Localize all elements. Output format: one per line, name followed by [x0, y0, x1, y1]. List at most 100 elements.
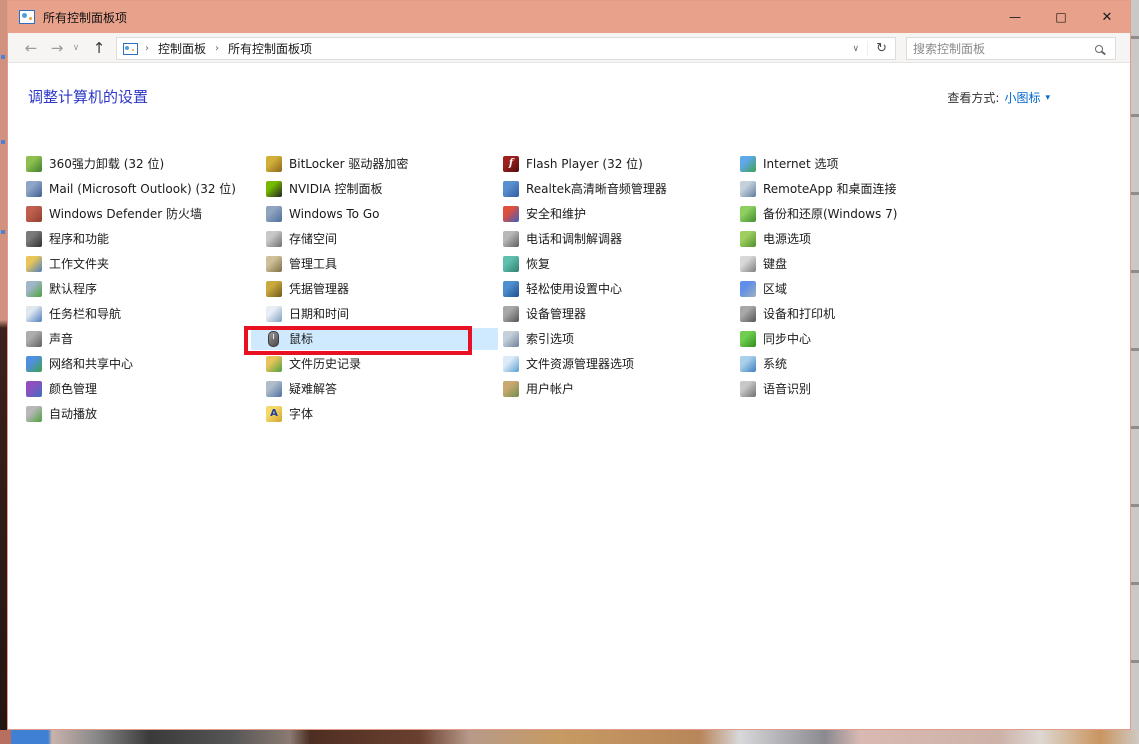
programs-and-features-icon: [26, 231, 42, 247]
item-fonts[interactable]: A 字体: [266, 401, 503, 426]
item-mail-outlook[interactable]: Mail (Microsoft Outlook) (32 位): [26, 176, 263, 201]
item-remoteapp-desktop-connections[interactable]: RemoteApp 和桌面连接: [740, 176, 977, 201]
item-label: NVIDIA 控制面板: [289, 180, 383, 197]
item-administrative-tools[interactable]: 管理工具: [266, 251, 503, 276]
desktop-icon-fragment: [1, 55, 5, 59]
item-security-maintenance[interactable]: 安全和维护: [503, 201, 740, 226]
item-label: Realtek高清晰音频管理器: [526, 180, 667, 197]
nvidia-control-panel-icon: [266, 181, 282, 197]
item-label: 日期和时间: [289, 305, 349, 322]
item-label: 安全和维护: [526, 205, 586, 222]
item-keyboard[interactable]: 键盘: [740, 251, 977, 276]
backup-and-restore-icon: [740, 206, 756, 222]
item-user-accounts[interactable]: 用户帐户: [503, 376, 740, 401]
recovery-icon: [503, 256, 519, 272]
devices-and-printers-icon: [740, 306, 756, 322]
item-device-manager[interactable]: 设备管理器: [503, 301, 740, 326]
default-programs-icon: [26, 281, 42, 297]
troubleshooting-icon: [266, 381, 282, 397]
speech-recognition-icon: [740, 381, 756, 397]
remoteapp-desktop-connections-icon: [740, 181, 756, 197]
item-label: 管理工具: [289, 255, 337, 272]
item-label: 程序和功能: [49, 230, 109, 247]
item-region[interactable]: 区域: [740, 276, 977, 301]
mail-outlook-icon: [26, 181, 42, 197]
item-credential-manager[interactable]: 凭据管理器: [266, 276, 503, 301]
item-label: 键盘: [763, 255, 787, 272]
items-column-2: BitLocker 驱动器加密 NVIDIA 控制面板 Windows To Go 存…: [266, 151, 503, 426]
item-phone-and-modem[interactable]: 电话和调制解调器: [503, 226, 740, 251]
fonts-icon: A: [266, 406, 282, 422]
items-column-4: Internet 选项 RemoteApp 和桌面连接备份和还原(Windows …: [740, 151, 977, 401]
item-sync-center[interactable]: 同步中心: [740, 326, 977, 351]
item-power-options[interactable]: 电源选项: [740, 226, 977, 251]
item-label: 字体: [289, 405, 313, 422]
region-icon: [740, 281, 756, 297]
uninstall-360-icon: [26, 156, 42, 172]
item-speech-recognition[interactable]: 语音识别: [740, 376, 977, 401]
system-icon: [740, 356, 756, 372]
item-internet-options[interactable]: Internet 选项: [740, 151, 977, 176]
item-color-management[interactable]: 颜色管理: [26, 376, 263, 401]
item-label: 疑难解答: [289, 380, 337, 397]
item-autoplay[interactable]: 自动播放: [26, 401, 263, 426]
item-date-and-time[interactable]: 日期和时间: [266, 301, 503, 326]
item-ease-of-access-center[interactable]: 轻松使用设置中心: [503, 276, 740, 301]
windows-to-go-icon: [266, 206, 282, 222]
desktop-icon-fragment: [1, 230, 5, 234]
item-realtek-audio[interactable]: Realtek高清晰音频管理器: [503, 176, 740, 201]
annotation-red-box: [244, 326, 472, 355]
item-programs-and-features[interactable]: 程序和功能: [26, 226, 263, 251]
item-devices-and-printers[interactable]: 设备和打印机: [740, 301, 977, 326]
file-history-icon: [266, 356, 282, 372]
administrative-tools-icon: [266, 256, 282, 272]
item-label: 凭据管理器: [289, 280, 349, 297]
item-network-sharing-center[interactable]: 网络和共享中心: [26, 351, 263, 376]
desktop-icon-fragment: [1, 140, 5, 144]
item-label: 存储空间: [289, 230, 337, 247]
item-label: 系统: [763, 355, 787, 372]
item-label: 设备和打印机: [763, 305, 835, 322]
work-folders-icon: [26, 256, 42, 272]
item-windows-to-go[interactable]: Windows To Go: [266, 201, 503, 226]
item-label: 设备管理器: [526, 305, 586, 322]
item-flash-player[interactable]: fFlash Player (32 位): [503, 151, 740, 176]
phone-and-modem-icon: [503, 231, 519, 247]
item-label: 轻松使用设置中心: [526, 280, 622, 297]
windows-defender-firewall-icon: [26, 206, 42, 222]
item-label: 电源选项: [763, 230, 811, 247]
date-and-time-icon: [266, 306, 282, 322]
item-label: 语音识别: [763, 380, 811, 397]
item-label: Windows Defender 防火墙: [49, 205, 202, 222]
item-indexing-options[interactable]: 索引选项: [503, 326, 740, 351]
credential-manager-icon: [266, 281, 282, 297]
item-recovery[interactable]: 恢复: [503, 251, 740, 276]
item-label: 用户帐户: [526, 380, 574, 397]
item-taskbar-navigation[interactable]: 任务栏和导航: [26, 301, 263, 326]
item-label: 文件历史记录: [289, 355, 361, 372]
item-work-folders[interactable]: 工作文件夹: [26, 251, 263, 276]
desktop: 所有控制面板项 — □ ✕ ← → ∨ ↑ › 控制面板 › 所有控制面板项 ∨…: [0, 0, 1139, 744]
item-file-explorer-options[interactable]: 文件资源管理器选项: [503, 351, 740, 376]
control-panel-window: 所有控制面板项 — □ ✕ ← → ∨ ↑ › 控制面板 › 所有控制面板项 ∨…: [7, 0, 1131, 730]
item-label: 索引选项: [526, 330, 574, 347]
item-bitlocker[interactable]: BitLocker 驱动器加密: [266, 151, 503, 176]
background-window-sliver: [1131, 0, 1139, 744]
item-sound[interactable]: 声音: [26, 326, 263, 351]
item-windows-defender-firewall[interactable]: Windows Defender 防火墙: [26, 201, 263, 226]
item-backup-and-restore[interactable]: 备份和还原(Windows 7): [740, 201, 977, 226]
item-default-programs[interactable]: 默认程序: [26, 276, 263, 301]
item-troubleshooting[interactable]: 疑难解答: [266, 376, 503, 401]
sync-center-icon: [740, 331, 756, 347]
file-explorer-options-icon: [503, 356, 519, 372]
item-label: 电话和调制解调器: [526, 230, 622, 247]
item-nvidia-control-panel[interactable]: NVIDIA 控制面板: [266, 176, 503, 201]
item-system[interactable]: 系统: [740, 351, 977, 376]
item-storage-spaces[interactable]: 存储空间: [266, 226, 503, 251]
item-uninstall-360[interactable]: 360强力卸载 (32 位): [26, 151, 263, 176]
desktop-left-sliver: [0, 0, 7, 730]
item-label: RemoteApp 和桌面连接: [763, 180, 897, 197]
realtek-audio-icon: [503, 181, 519, 197]
item-label: Mail (Microsoft Outlook) (32 位): [49, 180, 236, 197]
item-label: Windows To Go: [289, 207, 379, 221]
